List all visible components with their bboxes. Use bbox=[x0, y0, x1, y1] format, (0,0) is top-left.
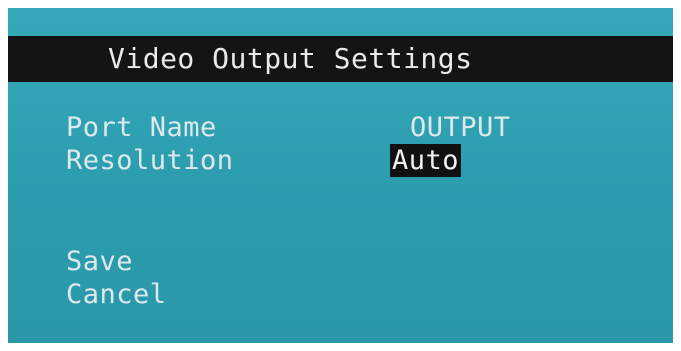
cancel-button[interactable]: Cancel bbox=[66, 278, 167, 311]
osd-screen: Video Output Settings Port Name OUTPUT R… bbox=[8, 8, 673, 343]
port-name-field[interactable]: OUTPUT bbox=[410, 111, 511, 144]
port-name-label: Port Name bbox=[66, 112, 217, 143]
save-button[interactable]: Save bbox=[66, 245, 133, 278]
resolution-select[interactable]: Auto bbox=[390, 144, 462, 177]
resolution-label: Resolution bbox=[66, 145, 234, 176]
page-title: Video Output Settings bbox=[108, 42, 473, 75]
